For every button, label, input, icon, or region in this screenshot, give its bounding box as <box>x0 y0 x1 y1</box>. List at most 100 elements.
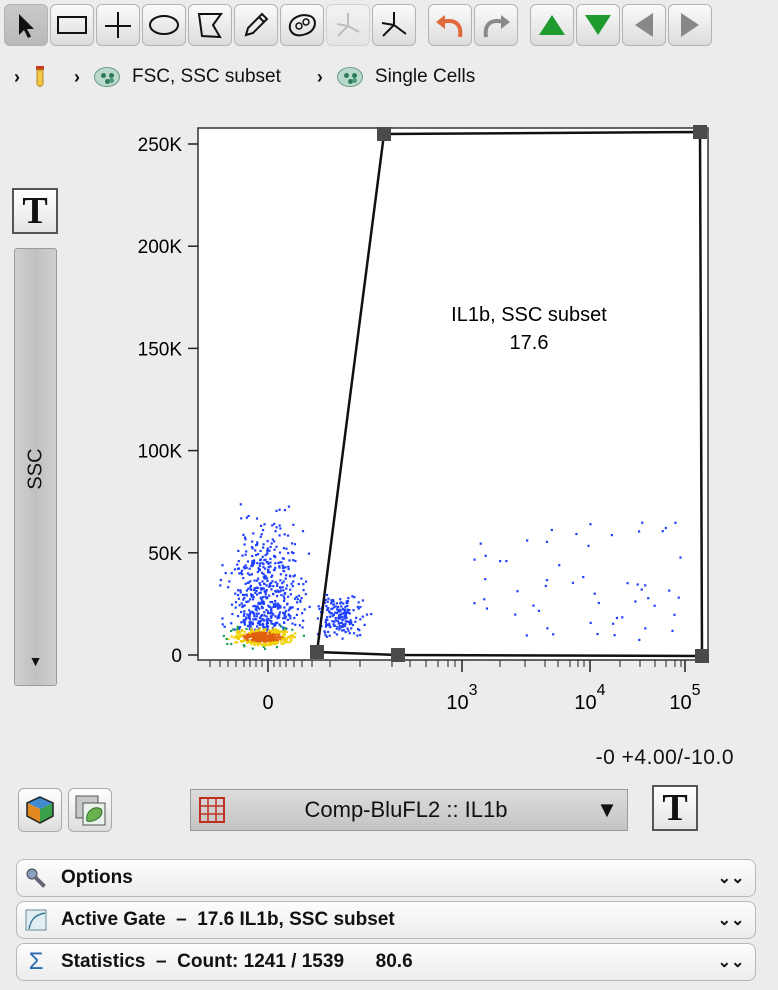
event-dot <box>236 593 240 597</box>
event-dot <box>244 618 248 621</box>
event-dot <box>275 584 279 588</box>
x-axis-ticks: 0 103 104 105 <box>209 660 701 714</box>
event-dot <box>265 637 268 640</box>
event-dot <box>273 556 277 559</box>
event-dot <box>238 604 241 607</box>
layout-3d-button[interactable] <box>18 788 62 832</box>
event-dot <box>339 617 342 620</box>
event-dot <box>253 560 256 563</box>
options-panel-header[interactable]: Options ⌄⌄ <box>16 859 756 897</box>
event-dot <box>270 575 273 579</box>
event-dot <box>255 640 258 643</box>
event-dot <box>254 634 257 638</box>
event-dot <box>340 605 343 608</box>
event-dot <box>302 583 305 586</box>
event-dot <box>344 614 348 617</box>
event-dot <box>255 612 258 615</box>
plot-area[interactable] <box>197 127 709 661</box>
event-dot <box>328 622 331 625</box>
event-dot <box>264 590 267 594</box>
event-dot <box>296 598 299 601</box>
double-chevron-down-icon: ⌄⌄ <box>717 954 745 971</box>
event-dot <box>239 639 243 643</box>
gate-vertex-handle[interactable] <box>391 648 405 662</box>
event-dot <box>256 606 259 609</box>
gate-frequency-label[interactable]: 17.6 <box>510 332 549 354</box>
event-dot <box>300 577 303 580</box>
event-dot <box>263 642 266 645</box>
event-dot <box>289 617 292 620</box>
event-dot <box>270 614 273 617</box>
event-dot <box>261 529 265 532</box>
event-dot <box>268 549 271 552</box>
event-dot <box>236 625 239 628</box>
event-dot <box>295 601 299 604</box>
event-dot <box>324 631 327 634</box>
gate-vertex-handle[interactable] <box>377 127 391 141</box>
event-dot <box>261 596 265 599</box>
event-dot <box>292 523 295 526</box>
event-dot <box>282 599 286 603</box>
event-dot <box>255 589 258 592</box>
event-dot <box>288 574 292 577</box>
event-dot <box>363 623 366 626</box>
dropdown-arrow-icon: ▼ <box>596 797 618 822</box>
transform-readout: -0 +4.00/-10.0 <box>595 746 734 769</box>
event-dot <box>257 640 260 643</box>
event-dot <box>671 629 674 632</box>
gate-vertex-handle[interactable] <box>693 125 707 139</box>
event-dot <box>274 631 277 634</box>
event-dot <box>249 611 252 614</box>
event-dot <box>347 597 350 600</box>
event-dot <box>284 629 287 632</box>
event-dot <box>254 618 257 621</box>
event-dot <box>255 517 259 520</box>
gate-name-label[interactable]: IL1b, SSC subset <box>451 304 607 326</box>
event-dot <box>252 532 255 535</box>
event-dot <box>230 572 233 575</box>
event-dot <box>342 623 345 626</box>
event-dot <box>271 538 274 541</box>
event-dot <box>276 616 279 619</box>
event-dot <box>253 643 256 646</box>
event-dot <box>242 533 245 536</box>
event-dot <box>270 616 273 619</box>
event-dot <box>297 594 301 597</box>
event-dot <box>537 609 540 612</box>
event-dot <box>668 589 671 592</box>
scatter-plot[interactable]: 250K 200K 150K 100K 50K 0 0 103 104 105 IL1b, SS… <box>0 0 778 760</box>
statistics-panel-header[interactable]: Σ Statistics – Count: 1241 / 1539 80.6 ⌄… <box>16 943 756 981</box>
event-dot <box>219 584 222 587</box>
event-dot <box>234 592 237 595</box>
copy-gate-button[interactable] <box>68 788 112 832</box>
event-dot <box>304 593 307 596</box>
event-dot <box>261 643 264 646</box>
event-dot <box>284 574 288 577</box>
gate-vertex-handle[interactable] <box>310 645 324 659</box>
event-dot <box>252 605 255 608</box>
event-dot <box>259 583 262 587</box>
event-dot <box>227 586 230 589</box>
event-dot <box>242 614 246 617</box>
event-dot <box>361 599 365 602</box>
event-dot <box>237 631 240 635</box>
event-dot <box>293 543 297 546</box>
event-dot <box>354 620 357 623</box>
active-gate-panel-header[interactable]: Active Gate – 17.6 IL1b, SSC subset ⌄⌄ <box>16 901 756 939</box>
event-dot <box>253 579 256 582</box>
event-dot <box>275 545 278 548</box>
event-dot <box>325 618 328 621</box>
event-dot <box>283 606 286 609</box>
event-dot <box>238 634 241 637</box>
x-axis-parameter-selector[interactable]: Comp-BluFL2 :: IL1b ▼ <box>190 789 628 831</box>
event-dot <box>263 523 266 526</box>
event-dot <box>234 606 237 609</box>
event-dot <box>272 638 275 641</box>
x-axis-text-button[interactable]: T <box>652 785 698 831</box>
event-dot <box>337 622 340 625</box>
event-dot <box>269 584 272 588</box>
event-dot <box>344 605 347 608</box>
gate-vertex-handle[interactable] <box>695 649 709 663</box>
event-dot <box>341 615 344 618</box>
event-dot <box>278 551 282 554</box>
